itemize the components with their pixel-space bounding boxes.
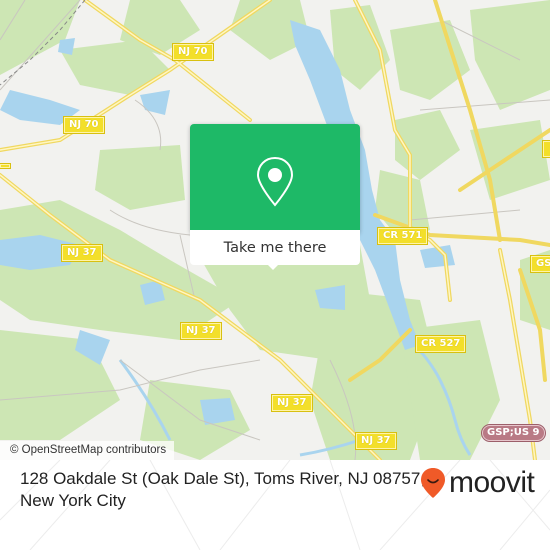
moovit-pin-icon bbox=[421, 468, 445, 498]
moovit-logo[interactable]: moovit bbox=[420, 466, 535, 499]
road-label-nj70: NJ 70 bbox=[172, 43, 214, 61]
road-label-cr571: CR 571 bbox=[376, 227, 429, 245]
address-line-2: New York City bbox=[20, 491, 126, 510]
address-line-1: 128 Oakdale St (Oak Dale St), Toms River… bbox=[20, 469, 426, 488]
road-label-gsp-us9: GSP;US 9 bbox=[481, 424, 546, 442]
address-text: 128 Oakdale St (Oak Dale St), Toms River… bbox=[20, 468, 440, 512]
road-label-nj37: NJ 37 bbox=[61, 244, 103, 262]
road-label-cr527: CR 527 bbox=[414, 335, 467, 353]
road-label-nj37-partial bbox=[0, 163, 11, 169]
popup-pointer bbox=[266, 263, 280, 270]
road-label-gsp: GSP bbox=[530, 255, 550, 273]
moovit-wordmark: moovit bbox=[449, 466, 535, 499]
map-view[interactable]: NJ 70 NJ 70 NJ 37 NJ 37 NJ 37 NJ 37 CR 5… bbox=[0, 0, 550, 460]
map-attribution[interactable]: © OpenStreetMap contributors bbox=[0, 441, 175, 460]
road-label-partial bbox=[542, 140, 550, 158]
footer: 128 Oakdale St (Oak Dale St), Toms River… bbox=[0, 460, 550, 550]
location-popup: Take me there bbox=[190, 124, 360, 270]
road-label-nj37: NJ 37 bbox=[180, 322, 222, 340]
road-label-nj70: NJ 70 bbox=[63, 116, 105, 134]
road-label-nj37: NJ 37 bbox=[355, 432, 397, 450]
take-me-there-button[interactable]: Take me there bbox=[190, 230, 360, 265]
road-label-nj37: NJ 37 bbox=[271, 394, 313, 412]
map-pin-icon bbox=[256, 156, 294, 207]
popup-header bbox=[190, 124, 360, 230]
